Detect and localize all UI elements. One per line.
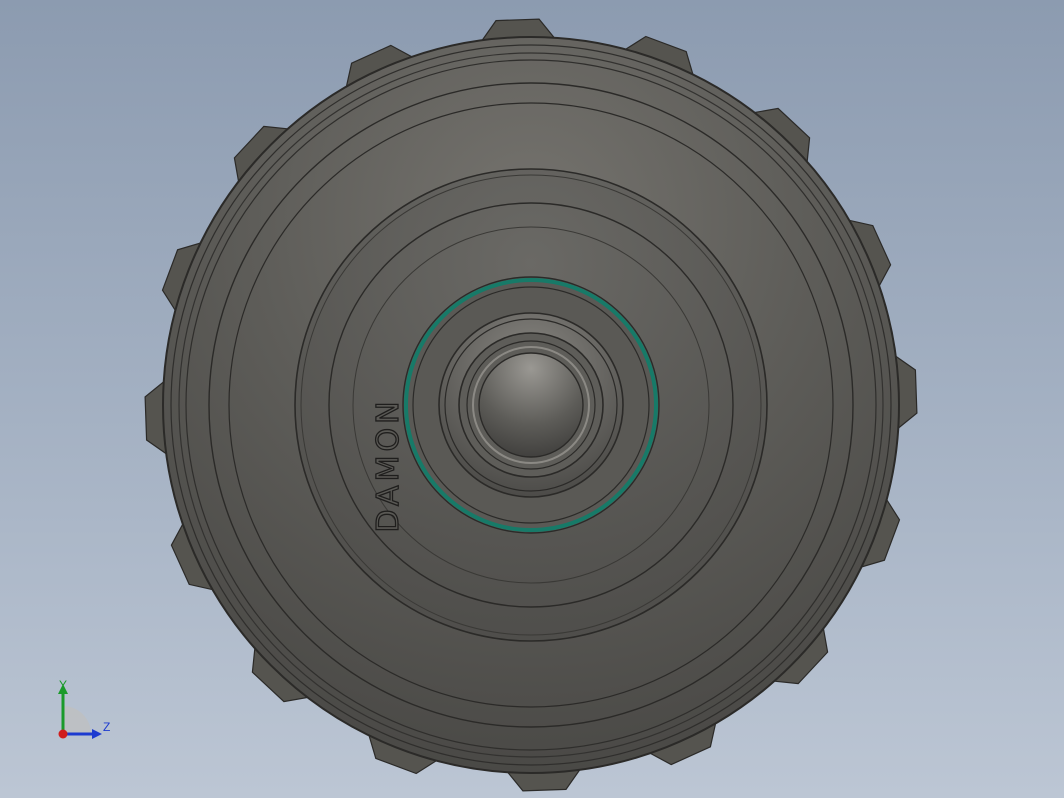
coordinate-triad: Y Z [40,670,130,760]
x-axis-dot [58,729,68,739]
model-viewport[interactable]: DAMON [0,0,1064,798]
triad-quadrant [63,706,91,734]
center-cap [478,352,584,458]
y-axis-label: Y [59,678,68,692]
hub[interactable] [402,276,660,534]
z-axis-label: Z [103,720,111,734]
engraved-brand-text: DAMON [371,397,406,532]
